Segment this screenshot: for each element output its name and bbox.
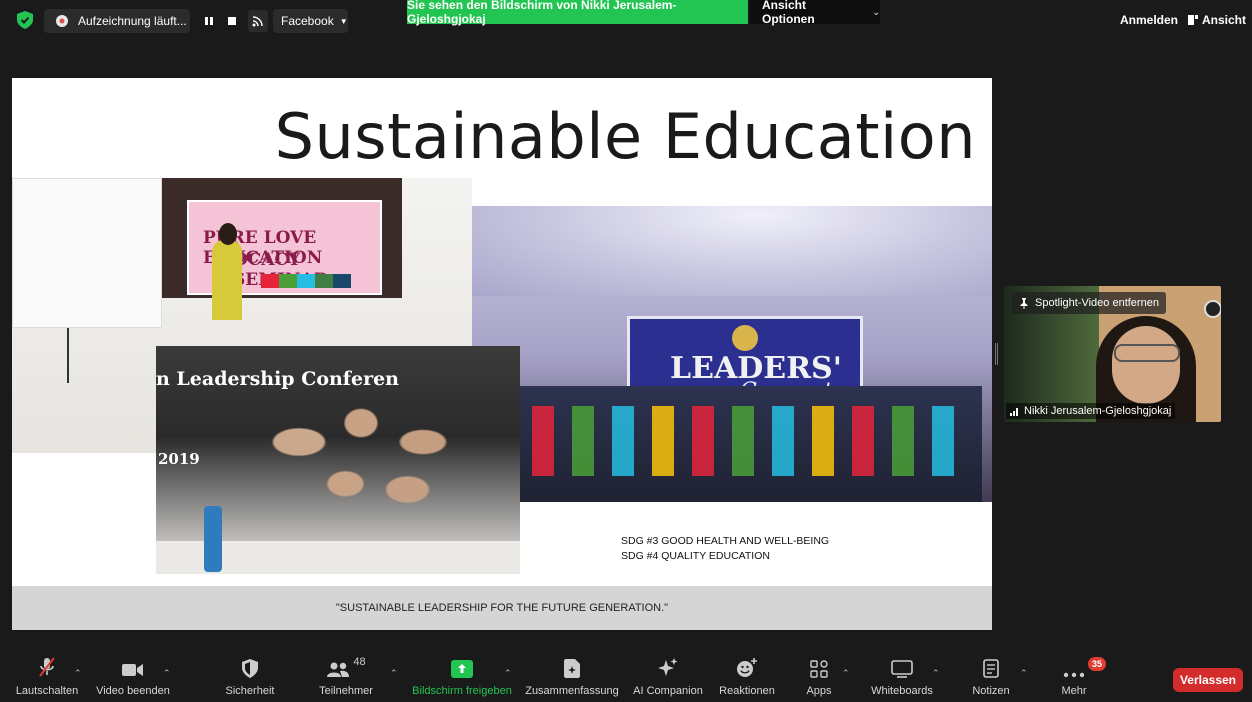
emoji-icon: [737, 658, 757, 677]
cloud-icon: [56, 15, 68, 27]
more-icon: [1063, 672, 1085, 678]
share-screen-label: Bildschirm freigeben: [412, 685, 512, 697]
notes-options-caret[interactable]: ⌃: [1020, 668, 1028, 679]
participant-glasses: [1114, 344, 1180, 362]
notes-button[interactable]: Notizen: [966, 650, 1016, 702]
apps-icon: [810, 660, 828, 678]
view-options-label: Ansicht Optionen: [762, 0, 815, 26]
summary-icon: [564, 659, 580, 678]
apps-label: Apps: [806, 685, 832, 697]
view-layout-icon: [1188, 15, 1198, 25]
audio-options-caret[interactable]: ⌃: [74, 668, 82, 679]
reactions-button[interactable]: Reaktionen: [716, 650, 778, 702]
recording-label: Aufzeichnung läuft...: [78, 14, 187, 28]
view-options-dropdown[interactable]: Ansicht Optionen ⌄: [750, 0, 880, 26]
whiteboards-button[interactable]: Whiteboards: [866, 650, 938, 702]
summary-button[interactable]: Zusammenfassung: [524, 650, 620, 702]
sdg-line-4: SDG #4 QUALITY EDUCATION: [621, 550, 770, 562]
ai-companion-button[interactable]: AI Companion: [632, 650, 704, 702]
unmute-label: Lautschalten: [15, 685, 79, 697]
event-logo: [732, 325, 758, 351]
participants-label: Teilnehmer: [319, 685, 373, 697]
chevron-down-icon: ▼: [339, 16, 348, 26]
participant-name-tag: Nikki Jerusalem-Gjeloshgjokaj: [1006, 403, 1176, 419]
apps-options-caret[interactable]: ⌃: [842, 668, 850, 679]
ai-companion-label: AI Companion: [633, 685, 703, 697]
whiteboards-label: Whiteboards: [871, 685, 933, 697]
participant-face: [1112, 326, 1180, 404]
signal-strength-icon: [1010, 407, 1018, 416]
video-options-caret[interactable]: ⌃: [163, 668, 171, 679]
view-label: Ansicht: [1202, 13, 1247, 27]
sparkle-icon: [658, 658, 678, 676]
notes-icon: [983, 659, 999, 678]
summary-label: Zusammenfassung: [525, 685, 619, 697]
remove-spotlight-button[interactable]: Spotlight-Video entfernen: [1012, 292, 1166, 314]
security-button[interactable]: Sicherheit: [224, 650, 276, 702]
screen-stand: [67, 328, 69, 383]
video-camera-icon: [122, 664, 143, 676]
recording-indicator[interactable]: Aufzeichnung läuft...: [44, 9, 190, 33]
sign-in-link[interactable]: Anmelden: [1120, 13, 1178, 27]
top-bar: Aufzeichnung läuft... Facebook ▼ Sie seh…: [0, 0, 1252, 40]
live-stream-dropdown[interactable]: Facebook ▼: [273, 9, 348, 33]
pause-recording-button[interactable]: [200, 12, 218, 30]
participants-count: 48: [353, 656, 366, 668]
share-options-caret[interactable]: ⌃: [504, 668, 512, 679]
view-button[interactable]: Ansicht: [1188, 13, 1246, 27]
sdg-caption: SDG #3 GOOD HEALTH AND WELL-BEING SDG #4…: [621, 534, 829, 564]
participants-icon: [327, 662, 350, 677]
share-screen-button[interactable]: Bildschirm freigeben: [410, 650, 514, 702]
leave-button[interactable]: Verlassen: [1173, 668, 1243, 692]
security-label: Sicherheit: [225, 685, 275, 697]
more-notification-badge: 35: [1088, 657, 1106, 671]
encryption-shield-icon[interactable]: [17, 11, 33, 29]
participants-options-caret[interactable]: ⌃: [390, 668, 398, 679]
sdg-icons-strip: [261, 274, 351, 288]
participants-button[interactable]: 48 Teilnehmer: [316, 650, 376, 702]
live-stream-label: Facebook: [281, 14, 334, 28]
broadcast-icon: [252, 16, 263, 27]
stop-icon: [228, 17, 236, 25]
stop-video-label: Video beenden: [96, 685, 170, 697]
pause-icon: [205, 17, 213, 25]
pin-icon: [1020, 297, 1028, 309]
speaker-head: [219, 223, 237, 245]
more-button[interactable]: Mehr: [1056, 650, 1092, 702]
stop-video-button[interactable]: Video beenden: [96, 650, 170, 702]
group-of-women: [206, 366, 516, 556]
resize-handle[interactable]: [995, 343, 998, 365]
microphone-muted-icon: [39, 657, 55, 677]
more-label: Mehr: [1061, 685, 1087, 697]
leaders-connect-photo: LEADERS' Connect: [472, 206, 992, 502]
speaker-figure: [212, 240, 242, 320]
ceiling: [472, 206, 992, 296]
leadership-conference-photo: n Leadership Conferen 2019: [156, 346, 520, 574]
share-screen-icon: [451, 660, 473, 678]
meeting-toolbar: Lautschalten ⌃ Video beenden ⌃ Sicherhei…: [0, 650, 1252, 702]
whiteboard-icon: [891, 660, 913, 678]
wall-clock: [1204, 300, 1221, 318]
slide-quote: "SUSTAINABLE LEADERSHIP FOR THE FUTURE G…: [12, 586, 992, 630]
slide-title: Sustainable Education: [274, 100, 976, 173]
stop-recording-button[interactable]: [223, 12, 241, 30]
water-bottle: [204, 506, 222, 572]
chevron-down-icon: ⌄: [872, 6, 880, 17]
sdg-cards: [532, 406, 962, 476]
notes-label: Notizen: [972, 685, 1010, 697]
shield-icon: [242, 659, 258, 678]
apps-button[interactable]: Apps: [802, 650, 836, 702]
projector-screen: [12, 178, 162, 328]
whiteboards-options-caret[interactable]: ⌃: [932, 668, 940, 679]
remove-spotlight-label: Spotlight-Video entfernen: [1035, 297, 1159, 309]
participant-name: Nikki Jerusalem-Gjeloshgjokaj: [1024, 405, 1172, 417]
unmute-button[interactable]: Lautschalten: [16, 650, 78, 702]
live-stream-button[interactable]: [248, 10, 268, 32]
shared-screen-slide: Sustainable Education PURE LOVE EDUCATIO…: [12, 78, 992, 630]
participant-video-tile[interactable]: Spotlight-Video entfernen Nikki Jerusale…: [1004, 286, 1221, 422]
reactions-label: Reaktionen: [719, 685, 775, 697]
sdg-line-3: SDG #3 GOOD HEALTH AND WELL-BEING: [621, 535, 830, 547]
conference-year: 2019: [158, 450, 200, 468]
screen-share-banner: Sie sehen den Bildschirm von Nikki Jerus…: [407, 0, 748, 26]
